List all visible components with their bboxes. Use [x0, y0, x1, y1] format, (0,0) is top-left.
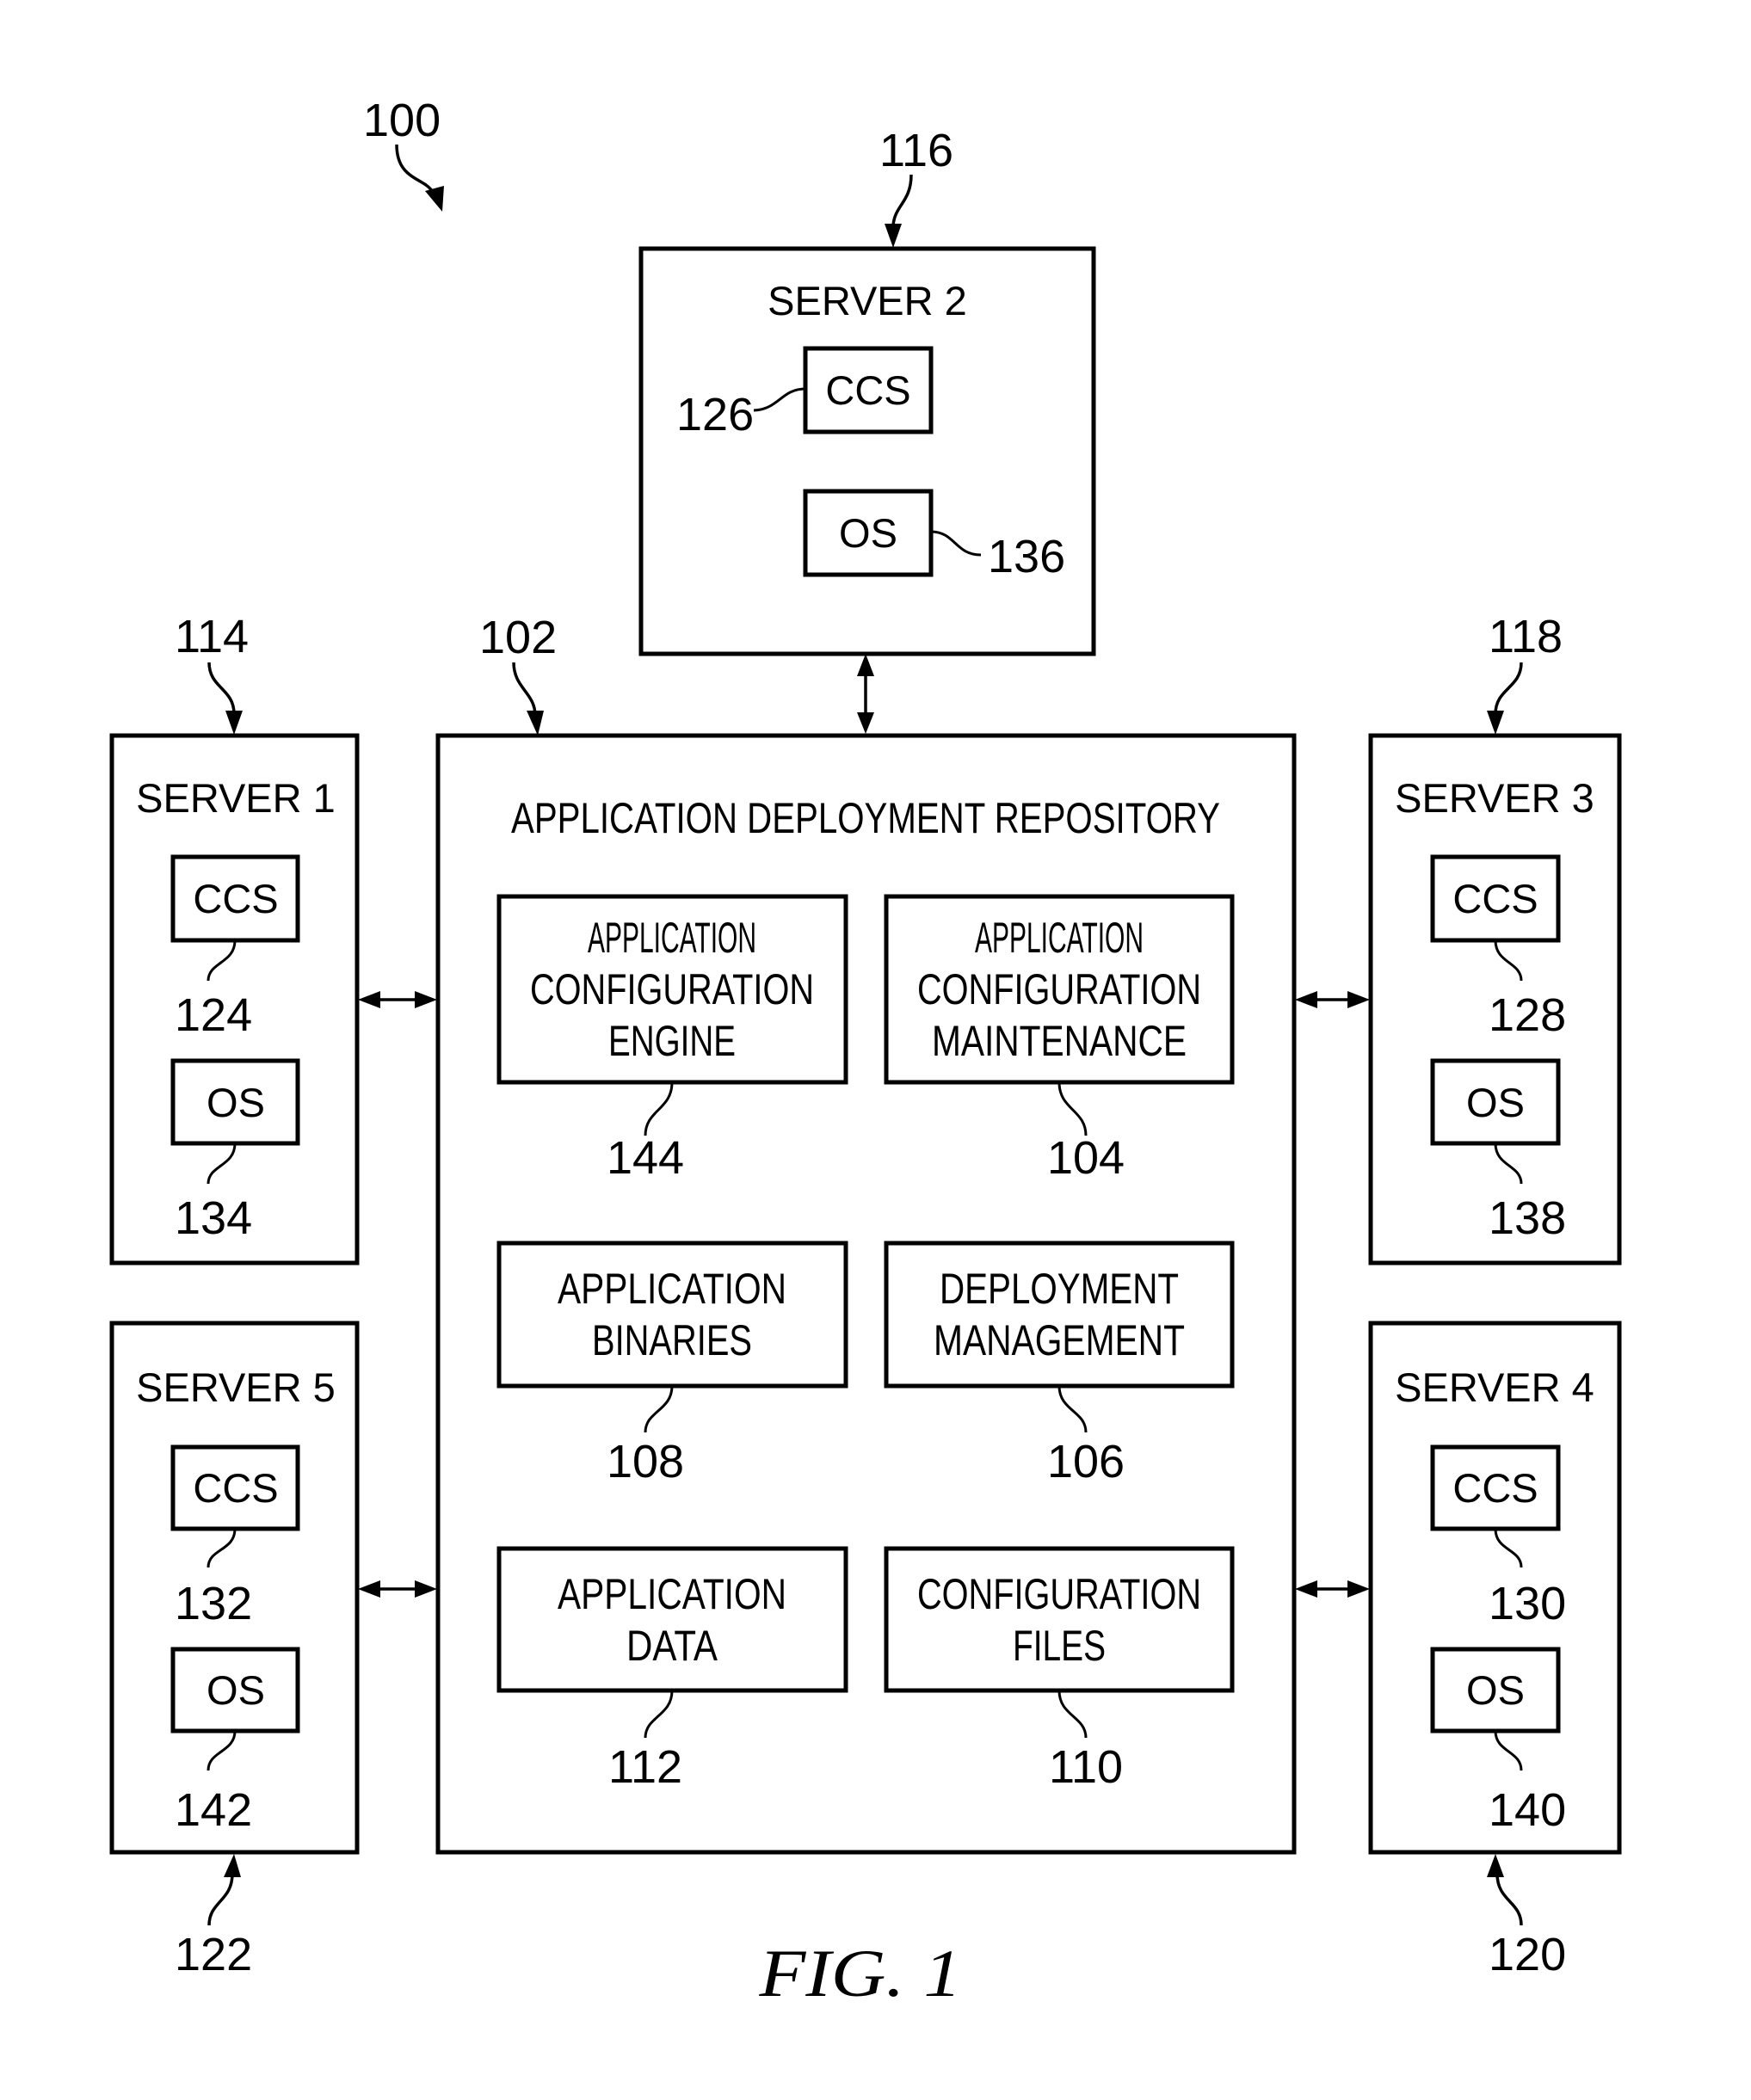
- component-144-ref: 144: [607, 1132, 684, 1184]
- server-4-ccs-label: CCS: [1452, 1465, 1538, 1511]
- connector-server-1-arrowhead-right: [415, 991, 437, 1008]
- connector-server-5-arrowhead-left: [358, 1580, 380, 1598]
- connector-server-4-arrowhead-right: [1347, 1580, 1370, 1598]
- server-3-os-ref: 138: [1489, 1192, 1566, 1244]
- server-1: 114 SERVER 1 CCS 124 OS 134: [109, 611, 360, 1266]
- server-4-ref: 120: [1489, 1929, 1566, 1980]
- connector-server-5: [358, 1580, 437, 1598]
- server-3-ccs-ref: 128: [1489, 989, 1566, 1041]
- server-3: 118 SERVER 3 CCS 128 OS 138: [1368, 611, 1622, 1266]
- component-106-line-1: DEPLOYMENT: [940, 1265, 1179, 1313]
- component-110-line-2: FILES: [1013, 1622, 1106, 1670]
- server-4-title: SERVER 4: [1395, 1364, 1594, 1410]
- server-4-ccs-ref: 130: [1489, 1578, 1566, 1629]
- component-108-ref: 108: [607, 1436, 684, 1487]
- repository-ref-leader: [512, 662, 537, 717]
- repository-ref-arrowhead: [527, 711, 544, 736]
- system-ref-label: 100: [363, 95, 441, 146]
- server-5-ccs-label: CCS: [193, 1465, 278, 1511]
- server-3-ref-leader: [1494, 662, 1523, 715]
- server-1-ref-leader: [207, 662, 236, 715]
- server-4-os-ref: 140: [1489, 1784, 1566, 1836]
- connector-server-4: [1295, 1580, 1370, 1598]
- server-1-ref: 114: [175, 611, 249, 662]
- component-144-line-1: APPLICATION: [588, 914, 756, 962]
- server-2-ccs-ref: 126: [676, 389, 754, 440]
- component-108-line-1: APPLICATION: [558, 1265, 786, 1313]
- server-3-ref: 118: [1489, 611, 1563, 662]
- connector-server-5-arrowhead-right: [415, 1580, 437, 1598]
- connector-server-2-arrowhead-up: [857, 654, 874, 676]
- connector-server-2: [857, 654, 874, 734]
- server-3-ref-arrowhead: [1487, 711, 1504, 735]
- component-104-ref: 104: [1047, 1132, 1125, 1184]
- connector-server-3-arrowhead-left: [1295, 991, 1317, 1008]
- component-106-line-2: MANAGEMENT: [934, 1316, 1185, 1364]
- server-2-ref: 116: [879, 125, 953, 176]
- server-1-os-ref: 134: [175, 1192, 252, 1244]
- server-1-os-label: OS: [207, 1080, 265, 1125]
- system-diagram: 100 116 SERVER 2 CCS 126 OS 136 102 APPL…: [109, 95, 1622, 2011]
- connector-server-1-arrowhead-left: [358, 991, 380, 1008]
- server-5-ref-leader: [207, 1873, 234, 1926]
- server-2-title: SERVER 2: [768, 278, 967, 323]
- component-106-ref: 106: [1047, 1436, 1125, 1487]
- server-1-ref-arrowhead: [225, 711, 243, 735]
- server-1-ccs-label: CCS: [193, 876, 278, 921]
- server-3-os-label: OS: [1466, 1080, 1525, 1125]
- component-112-line-1: APPLICATION: [558, 1570, 786, 1618]
- application-deployment-repository: 102 APPLICATION DEPLOYMENT REPOSITORY AP…: [435, 612, 1297, 1855]
- server-5-os-label: OS: [207, 1667, 265, 1713]
- connector-server-4-arrowhead-left: [1295, 1580, 1317, 1598]
- server-4: SERVER 4 CCS 130 OS 140 120: [1368, 1321, 1622, 1980]
- component-104-line-1: APPLICATION: [975, 914, 1144, 962]
- repository-title: APPLICATION DEPLOYMENT REPOSITORY: [511, 794, 1220, 842]
- server-5-title: SERVER 5: [136, 1364, 336, 1410]
- connector-server-2-arrowhead-down: [857, 712, 874, 734]
- server-3-title: SERVER 3: [1395, 775, 1594, 821]
- component-112-ref: 112: [608, 1741, 682, 1793]
- server-5-os-ref: 142: [175, 1784, 252, 1836]
- server-5: SERVER 5 CCS 132 OS 142 122: [109, 1321, 360, 1980]
- component-144-line-2: CONFIGURATION: [530, 965, 814, 1013]
- component-110-ref: 110: [1049, 1741, 1123, 1793]
- server-5-ccs-ref: 132: [175, 1578, 252, 1629]
- repository-ref: 102: [479, 612, 557, 663]
- server-2-ref-leader: [891, 174, 913, 232]
- server-2-os-ref: 136: [988, 531, 1065, 582]
- server-4-ref-leader: [1495, 1873, 1523, 1926]
- component-108-line-2: BINARIES: [592, 1316, 752, 1364]
- server-2: 116 SERVER 2 CCS 126 OS 136: [638, 125, 1096, 656]
- server-1-ccs-ref: 124: [175, 989, 252, 1041]
- server-4-os-label: OS: [1466, 1667, 1525, 1713]
- connector-server-1: [358, 991, 437, 1008]
- server-5-ref: 122: [175, 1929, 252, 1980]
- system-reference: 100: [363, 95, 444, 212]
- component-104-line-3: MAINTENANCE: [932, 1017, 1187, 1065]
- figure-caption: FIG. 1: [758, 1936, 961, 2011]
- server-5-ref-arrowhead: [224, 1854, 241, 1877]
- component-112-line-2: DATA: [626, 1622, 718, 1670]
- connector-server-3: [1295, 991, 1370, 1008]
- server-2-ref-arrowhead: [885, 224, 902, 248]
- component-104-line-2: CONFIGURATION: [917, 965, 1201, 1013]
- server-3-ccs-label: CCS: [1452, 876, 1538, 921]
- server-1-title: SERVER 1: [136, 775, 336, 821]
- component-144-line-3: ENGINE: [608, 1017, 736, 1065]
- component-110-line-1: CONFIGURATION: [917, 1570, 1201, 1618]
- server-2-ccs-label: CCS: [825, 367, 910, 413]
- server-4-ref-arrowhead: [1487, 1854, 1504, 1877]
- server-2-os-label: OS: [839, 510, 897, 556]
- system-ref-arrowhead: [425, 186, 444, 212]
- connector-server-3-arrowhead-right: [1347, 991, 1370, 1008]
